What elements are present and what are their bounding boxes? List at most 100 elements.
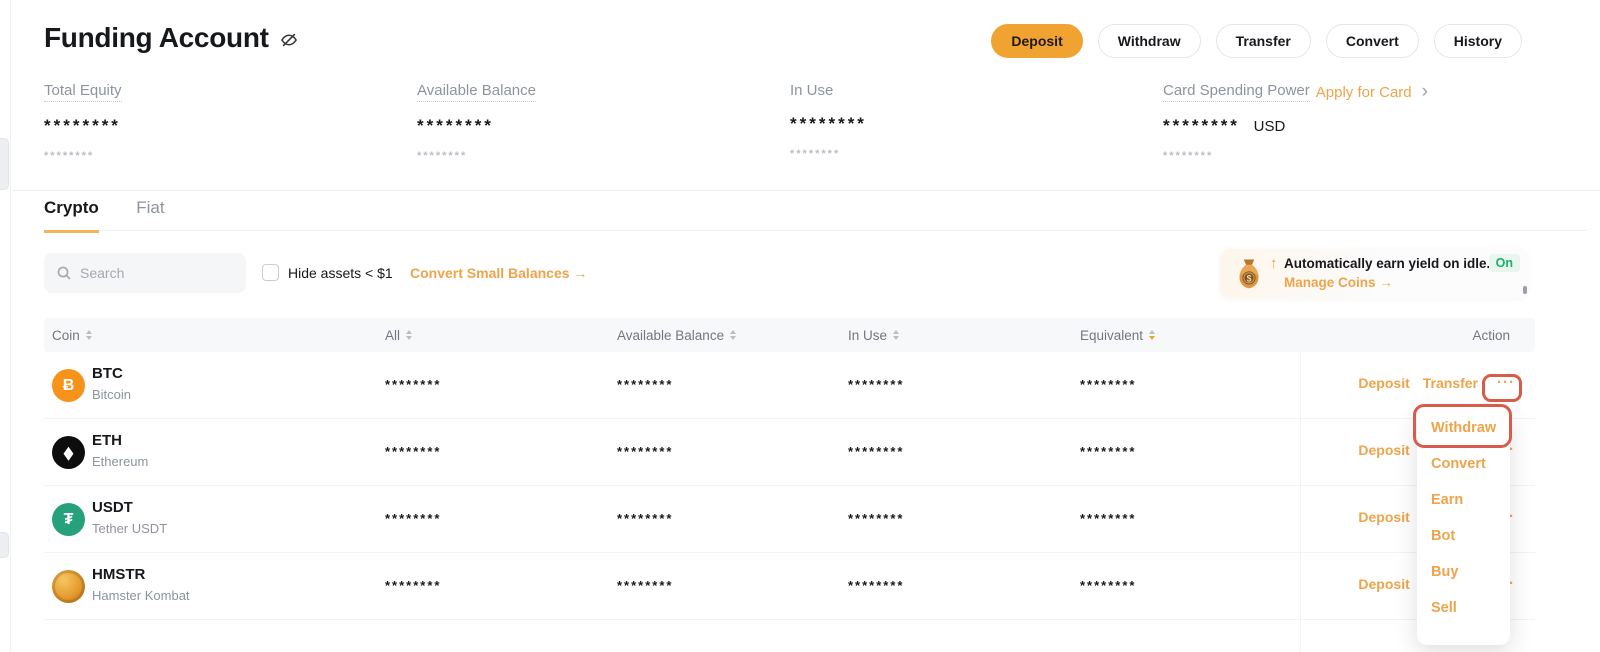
eth-coin-icon: ◆ — [52, 436, 85, 469]
cell-in-use: ******** — [848, 578, 904, 593]
menu-item-sell[interactable]: Sell — [1417, 590, 1510, 626]
coin-symbol: ETH — [92, 432, 122, 449]
column-header-equivalent[interactable]: Equivalent — [1080, 318, 1155, 352]
row-deposit-link[interactable]: Deposit — [1358, 576, 1409, 592]
sidebar-handle[interactable] — [0, 532, 9, 558]
stat-in-use: In Use ******** ******** — [790, 82, 1120, 160]
section-divider — [12, 190, 1600, 191]
column-header-in-use[interactable]: In Use — [848, 318, 899, 352]
cell-all: ******** — [385, 377, 441, 392]
cell-available-balance: ******** — [617, 444, 673, 459]
cell-all: ******** — [385, 578, 441, 593]
convert-button[interactable]: Convert — [1326, 24, 1419, 58]
menu-item-bot[interactable]: Bot — [1417, 518, 1510, 554]
page-title: Funding Account — [44, 22, 269, 54]
column-header-available-balance[interactable]: Available Balance — [617, 318, 736, 352]
search-icon — [56, 265, 72, 281]
available-balance-label: Available Balance — [417, 82, 536, 102]
row-actions-dropdown-menu: Withdraw Convert Earn Bot Buy Sell — [1417, 407, 1510, 645]
cell-all: ******** — [385, 511, 441, 526]
row-transfer-link[interactable]: Transfer — [1423, 375, 1478, 391]
deposit-button[interactable]: Deposit — [991, 24, 1082, 58]
assets-table-header: Coin All Available Balance In Use Equiva… — [44, 318, 1535, 352]
cell-in-use: ******** — [848, 511, 904, 526]
total-equity-value: ******** — [44, 116, 374, 136]
cell-equivalent: ******** — [1080, 511, 1136, 526]
column-header-coin[interactable]: Coin — [52, 318, 92, 352]
hide-balance-eye-icon[interactable] — [279, 30, 299, 50]
table-row-btc: Ƀ BTC Bitcoin ******** ******** ********… — [44, 352, 1535, 419]
stat-available-balance: Available Balance ******** ******** — [417, 82, 747, 162]
column-header-all[interactable]: All — [385, 318, 412, 352]
history-button[interactable]: History — [1434, 24, 1522, 58]
in-use-label: In Use — [790, 82, 833, 99]
header-actions: Deposit Withdraw Transfer Convert Histor… — [991, 24, 1522, 58]
coin-name: Tether USDT — [92, 521, 167, 536]
tab-crypto[interactable]: Crypto — [44, 198, 99, 233]
coin-name: Ethereum — [92, 454, 148, 469]
table-row-eth: ◆ ETH Ethereum ******** ******** *******… — [44, 419, 1535, 486]
row-deposit-link[interactable]: Deposit — [1358, 375, 1409, 391]
card-spending-power-unit: USD — [1254, 118, 1286, 135]
apply-for-card-link[interactable]: Apply for Card — [1316, 84, 1412, 101]
yield-up-arrow-icon: ↑ — [1270, 255, 1278, 272]
stat-card-spending-power: Card Spending Power Apply for Card › ***… — [1163, 82, 1493, 162]
search-box[interactable] — [44, 253, 246, 293]
transfer-button[interactable]: Transfer — [1216, 24, 1311, 58]
available-balance-value: ******** — [417, 116, 747, 136]
svg-text:$: $ — [1247, 273, 1252, 283]
menu-item-earn[interactable]: Earn — [1417, 482, 1510, 518]
menu-item-convert[interactable]: Convert — [1417, 446, 1510, 482]
cell-equivalent: ******** — [1080, 377, 1136, 392]
cell-all: ******** — [385, 444, 441, 459]
card-spending-power-value: ******** — [1163, 116, 1240, 135]
collapsed-sidebar-rail — [0, 0, 11, 652]
table-row-usdt: ₮ USDT Tether USDT ******** ******** ***… — [44, 486, 1535, 553]
tab-fiat[interactable]: Fiat — [136, 198, 164, 230]
total-equity-label: Total Equity — [44, 82, 122, 102]
row-more-actions-button[interactable]: ··· — [1491, 374, 1521, 391]
earn-yield-banner[interactable]: $ ↑ Automatically earn yield on idle... … — [1220, 249, 1528, 298]
sidebar-handle[interactable] — [0, 138, 9, 190]
search-input[interactable] — [80, 265, 220, 281]
in-use-value: ******** — [790, 114, 1120, 134]
cell-available-balance: ******** — [617, 578, 673, 593]
hmstr-coin-icon — [52, 570, 85, 603]
menu-item-buy[interactable]: Buy — [1417, 554, 1510, 590]
scrollbar-thumb[interactable] — [1523, 286, 1527, 294]
sort-icon[interactable] — [730, 330, 736, 340]
earn-on-badge: On — [1489, 254, 1520, 272]
sort-icon[interactable] — [406, 330, 412, 340]
convert-small-balances-link[interactable]: Convert Small Balances → — [410, 265, 587, 281]
coin-name: Hamster Kombat — [92, 588, 190, 603]
action-column-divider — [1300, 352, 1301, 652]
withdraw-button[interactable]: Withdraw — [1098, 24, 1201, 58]
hide-small-assets-control[interactable]: Hide assets < $1 — [262, 264, 393, 281]
cell-equivalent: ******** — [1080, 578, 1136, 593]
card-spending-power-label: Card Spending Power — [1163, 82, 1310, 102]
asset-tabs: Crypto Fiat — [44, 198, 1588, 231]
sort-icon[interactable] — [86, 330, 92, 340]
chevron-right-icon[interactable]: › — [1422, 87, 1428, 97]
cell-equivalent: ******** — [1080, 444, 1136, 459]
sort-icon[interactable] — [893, 330, 899, 340]
hide-small-assets-checkbox[interactable] — [262, 264, 279, 281]
coin-symbol: BTC — [92, 365, 123, 382]
funding-account-page: Funding Account Deposit Withdraw Transfe… — [0, 0, 1600, 652]
earn-banner-title: Automatically earn yield on idle... — [1284, 256, 1498, 271]
row-deposit-link[interactable]: Deposit — [1358, 509, 1409, 525]
card-spending-power-subvalue: ******** — [1163, 150, 1493, 162]
usdt-coin-icon: ₮ — [52, 503, 85, 536]
cell-in-use: ******** — [848, 444, 904, 459]
btc-coin-icon: Ƀ — [52, 369, 85, 402]
page-title-row: Funding Account — [44, 22, 299, 54]
sort-icon-descending-active[interactable] — [1149, 330, 1155, 340]
manage-coins-link[interactable]: Manage Coins → — [1284, 275, 1393, 290]
stat-total-equity: Total Equity ******** ******** — [44, 82, 374, 162]
menu-item-withdraw[interactable]: Withdraw — [1417, 410, 1510, 446]
cell-in-use: ******** — [848, 377, 904, 392]
row-deposit-link[interactable]: Deposit — [1358, 442, 1409, 458]
cell-available-balance: ******** — [617, 377, 673, 392]
column-header-action: Action — [1472, 318, 1510, 352]
available-balance-subvalue: ******** — [417, 150, 747, 162]
